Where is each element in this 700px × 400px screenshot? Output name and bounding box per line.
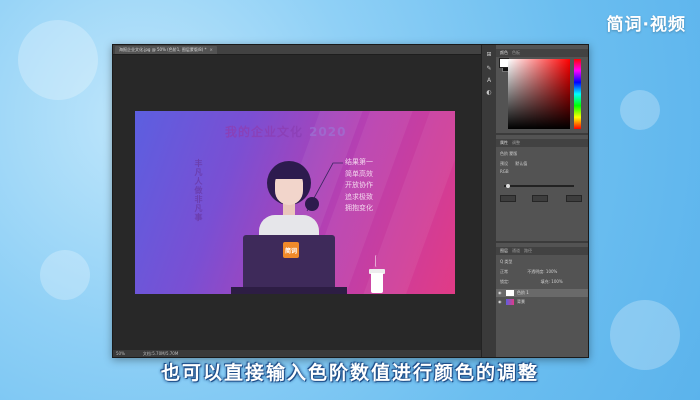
lock-label: 锁定:: [500, 279, 510, 284]
tab-paths[interactable]: 路径: [524, 248, 532, 253]
bokeh-light: [40, 250, 90, 300]
layer-row[interactable]: ◉ 色阶 1: [496, 289, 588, 297]
steam-illustration: [375, 255, 378, 267]
callout-line: 开放协作: [345, 181, 373, 189]
document-tab-label: 海报企业文化.jpg @ 50% (色阶1, 图层蒙版/8) *: [119, 47, 207, 52]
levels-input-field[interactable]: [500, 195, 516, 202]
callout-line: 追求极致: [345, 192, 373, 201]
lock-row: 锁定: 填充: 100%: [500, 279, 563, 285]
close-icon[interactable]: ×: [210, 47, 213, 52]
panel-divider: [496, 133, 588, 135]
levels-input-field[interactable]: [532, 195, 548, 202]
callout-line: 结果第一: [345, 158, 373, 166]
color-panel-tabs: 颜色 色板: [496, 49, 588, 57]
preset-select[interactable]: 默认值: [515, 161, 527, 166]
layer-thumbnail: [506, 290, 514, 296]
artwork-canvas[interactable]: 我的企业文化 2020 丰凡人做非凡事 结果第一 简单高效 开放协作 追求极致 拥…: [135, 111, 455, 294]
layer-row[interactable]: ◉ 背景: [496, 298, 588, 306]
text-icon[interactable]: A: [485, 77, 493, 85]
status-doc-size: 文档:5.70M/5.70M: [142, 351, 179, 356]
artwork-title-suffix: 2020: [309, 125, 347, 139]
levels-slider-track[interactable]: [504, 185, 574, 187]
tab-swatches[interactable]: 色板: [512, 50, 520, 55]
levels-input-field[interactable]: [566, 195, 582, 202]
properties-panel-tabs: 属性 调整: [496, 139, 588, 147]
visibility-eye-icon[interactable]: ◉: [498, 289, 502, 297]
status-zoom[interactable]: 50%: [116, 351, 125, 356]
fill-label: 填充:: [540, 279, 550, 284]
status-bar: 50% 文档:5.70M/5.70M: [113, 350, 481, 357]
character-bangs: [271, 163, 307, 179]
callout-list: 结果第一 简单高效 开放协作 追求极致 拥抱变化: [345, 157, 373, 215]
cup-illustration: [371, 273, 383, 293]
layer-name: 背景: [517, 299, 525, 304]
document-tab[interactable]: 海报企业文化.jpg @ 50% (色阶1, 图层蒙版/8) * ×: [115, 46, 217, 54]
artwork-vertical-text: 丰凡人做非凡事: [194, 159, 203, 222]
preset-label: 预设: [500, 161, 508, 166]
brand-logo: 简词·视频: [606, 15, 686, 35]
levels-black-point-knob[interactable]: [506, 184, 510, 188]
adjust-icon[interactable]: ◐: [485, 89, 493, 97]
color-picker-field[interactable]: [508, 59, 570, 129]
hue-slider[interactable]: [574, 59, 581, 129]
layer-thumbnail: [506, 299, 514, 305]
tab-channels[interactable]: 通道: [512, 248, 520, 253]
tab-color[interactable]: 颜色: [500, 50, 508, 55]
layer-kind-filter[interactable]: Q 类型: [500, 259, 512, 265]
visibility-eye-icon[interactable]: ◉: [498, 298, 502, 306]
layer-name: 色阶 1: [517, 290, 529, 295]
bokeh-light: [620, 90, 660, 130]
opacity-label: 不透明度:: [527, 269, 545, 274]
tab-properties[interactable]: 属性: [500, 140, 508, 145]
fill-value[interactable]: 100%: [551, 279, 562, 284]
tab-layers[interactable]: 图层: [500, 248, 508, 253]
panel-divider: [496, 241, 588, 243]
right-panels: 颜色 色板 属性 调整 色阶 蒙版 预设 默认值 RGB 图层 通道 路径 Q 类型 正…: [496, 45, 588, 357]
artwork-title: 我的企业文化 2020: [225, 123, 346, 140]
artwork-title-text: 我的企业文化: [225, 125, 304, 139]
panel-tool-strip: ⊞ ✎ A ◐: [481, 45, 497, 357]
subtitle-caption: 也可以直接输入色阶数值进行颜色的调整: [160, 362, 539, 384]
callout-line: 简单高效: [345, 169, 373, 178]
opacity-value[interactable]: 100%: [546, 269, 557, 274]
blend-mode-select[interactable]: 正常: [500, 269, 508, 274]
bokeh-light: [18, 20, 98, 100]
document-tab-bar: 海报企业文化.jpg @ 50% (色阶1, 图层蒙版/8) * ×: [113, 45, 481, 55]
photoshop-window: 海报企业文化.jpg @ 50% (色阶1, 图层蒙版/8) * × 我的企业文化…: [112, 44, 589, 358]
brush-icon[interactable]: ✎: [485, 65, 493, 73]
callout-line: 拥抱变化: [345, 204, 373, 212]
desk-illustration: [231, 287, 347, 294]
history-icon[interactable]: ⊞: [485, 51, 493, 59]
character-hair-bun: [305, 197, 319, 211]
properties-title: 色阶 蒙版: [500, 151, 518, 156]
canvas-area[interactable]: 我的企业文化 2020 丰凡人做非凡事 结果第一 简单高效 开放协作 追求极致 拥…: [113, 55, 481, 350]
preset-row: 预设 默认值: [500, 161, 527, 167]
channel-select[interactable]: RGB: [500, 169, 509, 174]
tab-adjustments[interactable]: 调整: [512, 140, 520, 145]
blend-row: 正常 不透明度: 100%: [500, 269, 557, 275]
laptop-logo: 简词: [283, 242, 299, 258]
layers-panel-tabs: 图层 通道 路径: [496, 247, 588, 255]
